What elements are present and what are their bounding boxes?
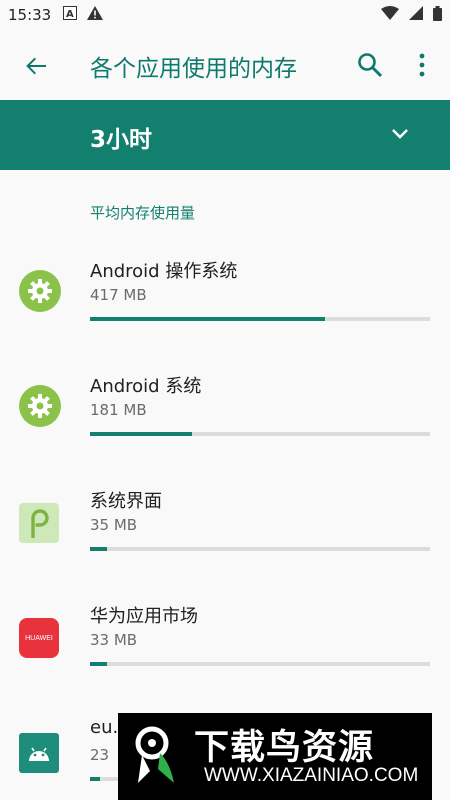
list-item[interactable]: Android 系统 181 MB — [0, 372, 450, 487]
list-item[interactable]: 系统界面 35 MB — [0, 487, 450, 602]
chevron-down-icon — [388, 122, 412, 146]
usage-bar — [90, 662, 430, 666]
status-bar: 15:33 A — [0, 0, 450, 30]
list-item[interactable]: Android 操作系统 417 MB — [0, 257, 450, 372]
android-p-icon — [19, 503, 59, 543]
time-range-dropdown[interactable]: 3小时 — [0, 100, 450, 170]
page-title: 各个应用使用的内存 — [90, 56, 297, 82]
usage-bar — [90, 432, 430, 436]
watermark-title: 下载鸟资源 — [194, 728, 375, 768]
gear-icon — [19, 270, 61, 312]
search-icon[interactable] — [356, 51, 384, 79]
status-time: 15:33 — [8, 6, 52, 24]
usage-bar — [90, 317, 430, 321]
usage-bar-fill — [90, 662, 107, 666]
time-range-value: 3小时 — [90, 127, 153, 153]
huawei-icon: HUAWEI — [19, 618, 59, 658]
app-name: Android 系统 — [90, 376, 202, 397]
usage-bar-fill — [90, 777, 101, 781]
warning-icon — [87, 6, 104, 24]
usage-bar-fill — [90, 547, 107, 551]
app-name: 系统界面 — [90, 491, 162, 512]
back-arrow-icon[interactable] — [22, 52, 50, 80]
usage-bar-fill — [90, 317, 325, 321]
app-memory: 35 MB — [90, 516, 138, 534]
wifi-icon — [381, 6, 399, 24]
gear-icon — [19, 385, 61, 427]
watermark-url: WWW.XIAZAINIAO.COM — [204, 765, 419, 786]
app-bar: 各个应用使用的内存 — [0, 30, 450, 100]
app-memory: 417 MB — [90, 286, 147, 304]
section-header: 平均内存使用量 — [90, 204, 196, 222]
app-name: Android 操作系统 — [90, 261, 238, 282]
usage-bar-fill — [90, 432, 192, 436]
app-name: eu. — [90, 717, 119, 738]
android-robot-icon — [19, 733, 59, 773]
app-name: 华为应用市场 — [90, 606, 198, 627]
watermark-banner: 下载鸟资源 WWW.XIAZAINIAO.COM — [118, 713, 432, 800]
text-a-icon: A — [63, 6, 78, 24]
more-vert-icon[interactable] — [412, 51, 432, 79]
battery-icon — [433, 5, 442, 25]
list-item[interactable]: HUAWEI 华为应用市场 33 MB — [0, 602, 450, 717]
svg-text:A: A — [66, 9, 74, 20]
app-memory: 181 MB — [90, 401, 147, 419]
huawei-icon-text: HUAWEI — [25, 634, 53, 642]
app-memory: 33 MB — [90, 631, 138, 649]
bird-logo-icon — [130, 723, 178, 789]
signal-icon — [409, 6, 423, 24]
usage-bar — [90, 547, 430, 551]
app-memory: 23 — [90, 746, 110, 764]
